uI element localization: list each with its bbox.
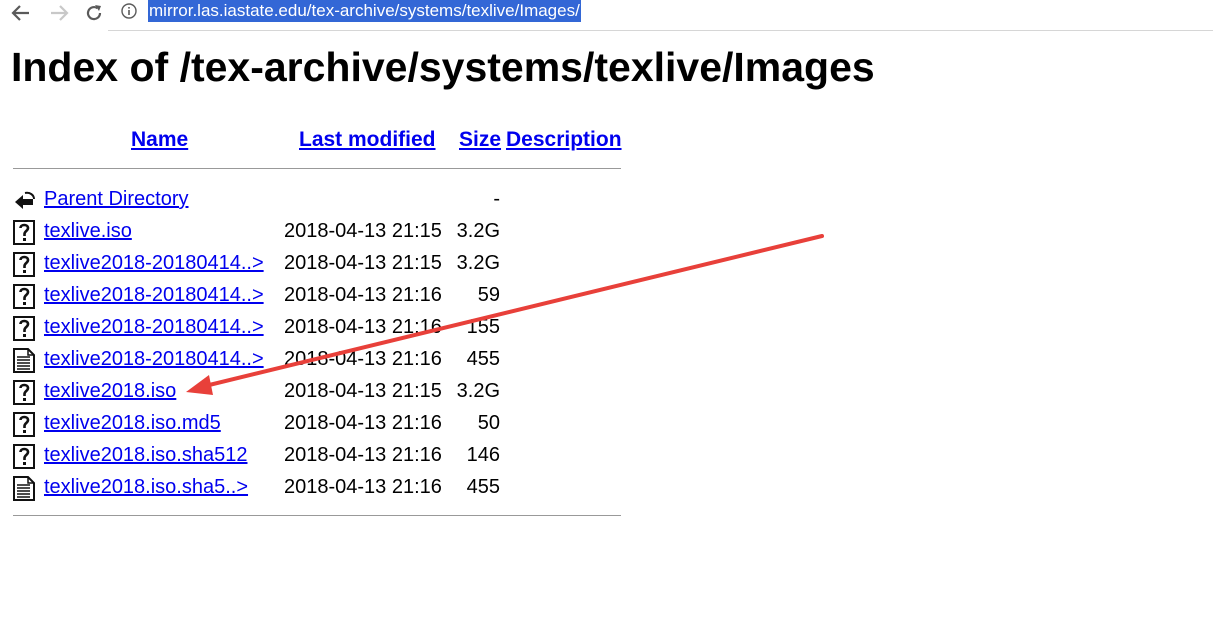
column-header-name[interactable]: Name	[131, 128, 188, 152]
size-cell: 3.2G	[456, 220, 500, 242]
file-row: texlive2018-20180414..> 2018-04-13 21:16 5…	[13, 282, 613, 312]
last-modified-cell: 2018-04-13 21:16	[284, 348, 442, 370]
column-header-description[interactable]: Description	[506, 128, 622, 152]
unknown-file-icon[interactable]	[13, 316, 36, 341]
file-link[interactable]: texlive2018.iso.sha512	[44, 444, 247, 467]
file-row: texlive2018-20180414..> 2018-04-13 21:15 3…	[13, 250, 613, 280]
file-link[interactable]: texlive2018-20180414..>	[44, 316, 264, 339]
text-file-icon[interactable]	[13, 348, 36, 373]
parent-directory-icon[interactable]	[13, 188, 36, 213]
file-row: texlive2018-20180414..> 2018-04-13 21:16 1…	[13, 314, 613, 344]
column-header-size[interactable]: Size	[459, 128, 501, 152]
text-file-icon[interactable]	[13, 476, 36, 501]
size-cell: 59	[477, 284, 500, 306]
header-divider	[13, 168, 621, 169]
file-link[interactable]: texlive2018-20180414..>	[44, 252, 264, 275]
unknown-file-icon[interactable]	[13, 444, 36, 469]
last-modified-cell: 2018-04-13 21:15	[284, 380, 442, 402]
sort-by-last-modified-link[interactable]: Last modified	[299, 128, 436, 151]
sort-by-description-link[interactable]: Description	[506, 128, 622, 151]
file-row: texlive2018.iso 2018-04-13 21:15 3.2G	[13, 378, 613, 408]
file-row: texlive2018.iso.md5 2018-04-13 21:16 50	[13, 410, 613, 440]
toolbar-divider	[108, 30, 1213, 31]
file-link[interactable]: texlive2018.iso.sha5..>	[44, 476, 248, 499]
footer-divider	[13, 515, 621, 516]
file-link[interactable]: texlive2018.iso.md5	[44, 412, 221, 435]
file-link[interactable]: texlive.iso	[44, 220, 132, 243]
page-title: Index of /tex-archive/systems/texlive/Im…	[11, 44, 875, 90]
last-modified-cell: 2018-04-13 21:16	[284, 444, 442, 466]
size-cell: 146	[466, 444, 500, 466]
file-link[interactable]: texlive2018.iso	[44, 380, 176, 403]
file-link[interactable]: texlive2018-20180414..>	[44, 348, 264, 371]
reload-button[interactable]	[83, 2, 105, 24]
last-modified-cell: 2018-04-13 21:16	[284, 316, 442, 338]
unknown-file-icon[interactable]	[13, 412, 36, 437]
last-modified-cell: 2018-04-13 21:16	[284, 476, 442, 498]
browser-toolbar: mirror.las.iastate.edu/tex-archive/syste…	[0, 0, 1213, 26]
unknown-file-icon[interactable]	[13, 284, 36, 309]
reload-icon	[86, 5, 102, 21]
size-cell: 455	[466, 476, 500, 498]
sort-by-size-link[interactable]: Size	[459, 128, 501, 151]
file-row: texlive.iso 2018-04-13 21:15 3.2G	[13, 218, 613, 248]
last-modified-cell: 2018-04-13 21:15	[284, 252, 442, 274]
unknown-file-icon[interactable]	[13, 220, 36, 245]
arrow-left-icon	[11, 5, 29, 21]
file-row: texlive2018.iso.sha5..> 2018-04-13 21:16 4…	[13, 474, 613, 504]
file-row: texlive2018.iso.sha512 2018-04-13 21:16 14…	[13, 442, 613, 472]
arrow-right-icon	[51, 5, 69, 21]
file-link[interactable]: Parent Directory	[44, 188, 189, 211]
back-button[interactable]	[10, 2, 32, 24]
sort-by-name-link[interactable]: Name	[131, 128, 188, 151]
address-bar[interactable]: mirror.las.iastate.edu/tex-archive/syste…	[148, 0, 581, 22]
file-link[interactable]: texlive2018-20180414..>	[44, 284, 264, 307]
size-cell: 455	[466, 348, 500, 370]
size-cell: 155	[466, 316, 500, 338]
size-cell: -	[493, 188, 500, 210]
last-modified-cell: 2018-04-13 21:16	[284, 412, 442, 434]
unknown-file-icon[interactable]	[13, 252, 36, 277]
unknown-file-icon[interactable]	[13, 380, 36, 405]
column-header-last-modified[interactable]: Last modified	[299, 128, 436, 152]
size-cell: 3.2G	[456, 380, 500, 402]
size-cell: 50	[477, 412, 500, 434]
file-row: texlive2018-20180414..> 2018-04-13 21:16 4…	[13, 346, 613, 376]
last-modified-cell: 2018-04-13 21:15	[284, 220, 442, 242]
size-cell: 3.2G	[456, 252, 500, 274]
last-modified-cell: 2018-04-13 21:16	[284, 284, 442, 306]
info-icon[interactable]	[121, 3, 137, 19]
forward-button[interactable]	[48, 2, 70, 24]
parent-directory-row: Parent Directory -	[13, 186, 613, 216]
